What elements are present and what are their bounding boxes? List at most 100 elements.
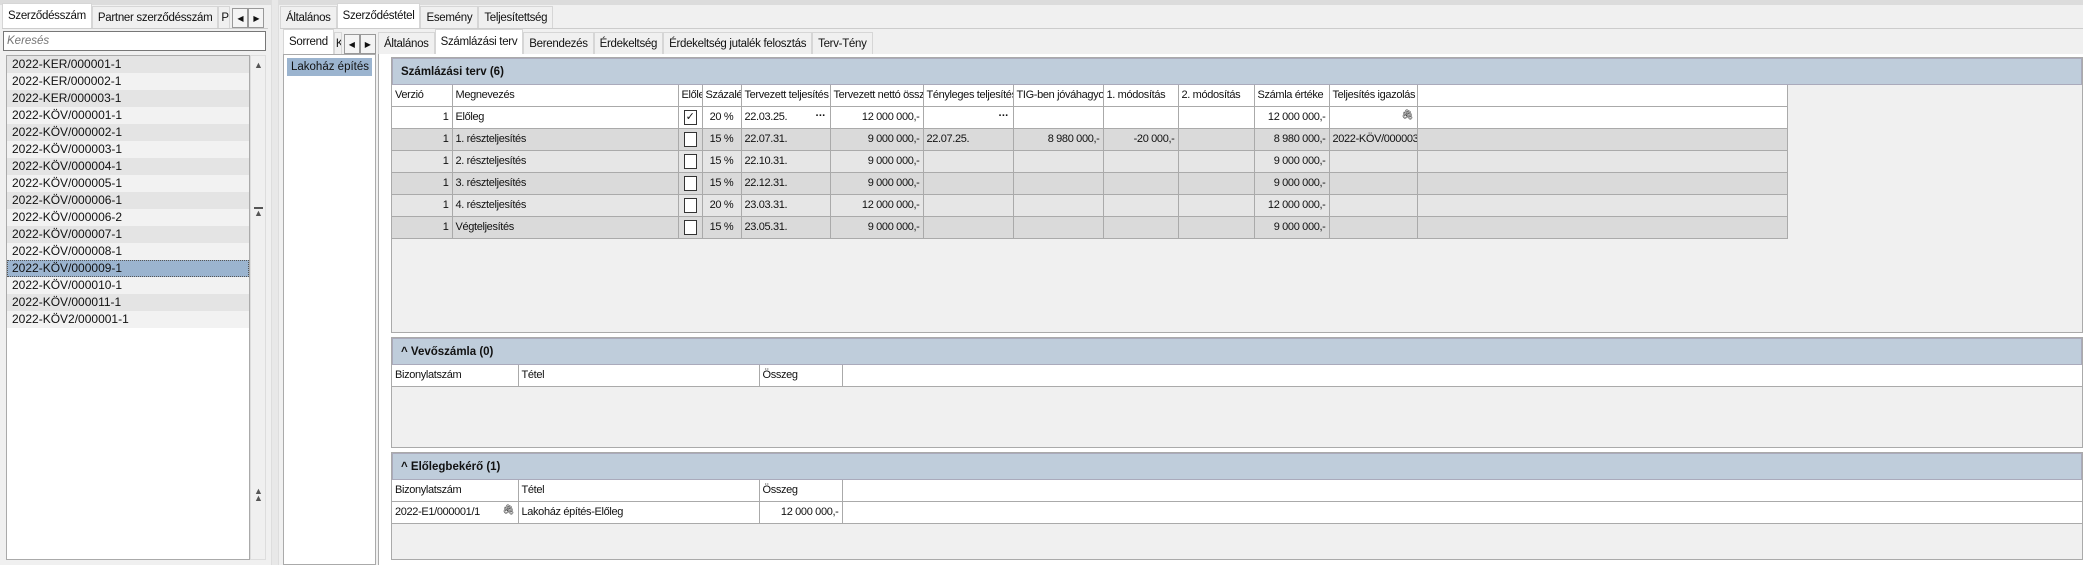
tab-order[interactable]: Sorrend bbox=[283, 29, 334, 54]
table-row[interactable]: 1 3. részteljesítés 15 % 22.12.31. 9 000 000… bbox=[392, 172, 1788, 195]
column-header[interactable]: Bizonylatszám bbox=[392, 365, 519, 387]
column-header[interactable]: 2. módosítás bbox=[1178, 85, 1255, 107]
list-item[interactable]: 2022-KER/000001-1 bbox=[7, 56, 249, 73]
advance-checkbox[interactable]: ✓ bbox=[683, 109, 697, 125]
scroll-up-icon[interactable]: ▲ bbox=[254, 60, 263, 70]
ellipsis-button[interactable]: ··· bbox=[816, 110, 826, 122]
collapse-icon[interactable]: ^ bbox=[401, 346, 411, 358]
cell[interactable]: 22.07.25. bbox=[923, 128, 1014, 151]
tab-left-icon[interactable]: ◀ bbox=[232, 8, 249, 28]
list-item[interactable]: 2022-KÖV/000001-1 bbox=[7, 107, 249, 124]
column-header[interactable]: TIG-ben jóváhagyott összeg bbox=[1013, 85, 1104, 107]
advance-header[interactable]: ^ Előlegbekérő (1) bbox=[392, 453, 2082, 480]
cell[interactable] bbox=[923, 216, 1014, 239]
advance-checkbox[interactable] bbox=[683, 197, 697, 213]
sub-tab[interactable]: Általános bbox=[378, 32, 435, 54]
column-header[interactable]: Számla értéke bbox=[1254, 85, 1330, 107]
main-tab[interactable]: Teljesítettség bbox=[478, 6, 554, 28]
attachment-icon[interactable]: 🖇 bbox=[502, 505, 515, 516]
cell[interactable] bbox=[678, 216, 703, 239]
main-tab[interactable]: Szerződéstétel bbox=[336, 3, 421, 28]
list-item[interactable]: 2022-KÖV/000010-1 bbox=[7, 277, 249, 294]
main-tab[interactable]: Esemény bbox=[420, 6, 479, 28]
table-row[interactable]: 1 4. részteljesítés 20 % 23.03.31. 12 000 00… bbox=[392, 194, 1788, 217]
list-item[interactable]: 2022-KÖV/000011-1 bbox=[7, 294, 249, 311]
cell[interactable]: 22.07.31. bbox=[741, 128, 831, 151]
list-item[interactable]: 2022-KÖV/000007-1 bbox=[7, 226, 249, 243]
cell[interactable] bbox=[678, 194, 703, 217]
cell[interactable]: 22.12.31. bbox=[741, 172, 831, 195]
column-header[interactable]: Összeg bbox=[759, 480, 843, 502]
sub-tab[interactable]: Terv-Tény bbox=[812, 32, 873, 54]
column-header[interactable]: Tervezett teljesítés dátuma bbox=[741, 85, 831, 107]
cell[interactable]: 22.10.31. bbox=[741, 150, 831, 173]
sub-tab[interactable]: Érdekeltség bbox=[593, 32, 664, 54]
column-header[interactable]: Tétel bbox=[518, 365, 760, 387]
list-item[interactable]: 2022-KÖV/000006-1 bbox=[7, 192, 249, 209]
cell[interactable]: ··· bbox=[923, 106, 1014, 129]
column-header[interactable]: 1. módosítás bbox=[1103, 85, 1179, 107]
column-header[interactable]: Összeg bbox=[759, 365, 843, 387]
table-row[interactable]: 2022-E1/000001/1 🖇 Lakoház építés-Előleg 12… bbox=[392, 501, 2083, 524]
sub-tab[interactable]: Számlázási terv bbox=[434, 29, 524, 54]
main-tab[interactable]: Általános bbox=[280, 6, 337, 28]
list-item[interactable]: 2022-KÖV/000005-1 bbox=[7, 175, 249, 192]
tab-left-icon[interactable]: ◀ bbox=[343, 34, 360, 54]
list-item[interactable]: 2022-KÖV/000004-1 bbox=[7, 158, 249, 175]
cell[interactable] bbox=[923, 194, 1014, 217]
tab-partner-contract-number[interactable]: Partner szerződésszám bbox=[91, 6, 219, 28]
list-item[interactable]: 2022-KÖV/000006-2 bbox=[7, 209, 249, 226]
cell[interactable]: 23.05.31. bbox=[741, 216, 831, 239]
collapse-icon[interactable]: ^ bbox=[401, 461, 411, 473]
list-item[interactable]: 2022-KÖV/000009-1 bbox=[7, 260, 249, 277]
tab-contract-number[interactable]: Szerződésszám bbox=[2, 3, 92, 28]
cell[interactable]: ✓ bbox=[678, 106, 703, 129]
tab-right-icon[interactable]: ▶ bbox=[248, 8, 265, 28]
search-input[interactable] bbox=[3, 31, 266, 51]
tab-right-icon[interactable]: ▶ bbox=[359, 34, 376, 54]
table-row[interactable]: 1 1. részteljesítés 15 % 22.07.31. 9 000 000… bbox=[392, 128, 1788, 151]
cell[interactable]: 2022-E1/000001/1 🖇 bbox=[392, 501, 519, 524]
table-row[interactable]: 1 Végteljesítés 15 % 23.05.31. 9 000 000,- 9 … bbox=[392, 216, 1788, 239]
column-header[interactable]: Tényleges teljesítés dátuma bbox=[923, 85, 1014, 107]
cell[interactable] bbox=[678, 172, 703, 195]
list-item[interactable]: 2022-KER/000003-1 bbox=[7, 90, 249, 107]
advance-checkbox[interactable] bbox=[683, 131, 697, 147]
cell[interactable] bbox=[1329, 150, 1418, 173]
list-item[interactable]: 2022-KÖV2/000001-1 bbox=[7, 311, 249, 328]
invoice-header[interactable]: ^ Vevőszámla (0) bbox=[392, 338, 2082, 365]
cell[interactable] bbox=[1329, 216, 1418, 239]
column-header[interactable]: Megnevezés bbox=[452, 85, 679, 107]
cell[interactable]: 🖇 bbox=[1329, 106, 1418, 129]
advance-checkbox[interactable] bbox=[683, 219, 697, 235]
advance-checkbox[interactable] bbox=[683, 175, 697, 191]
cell[interactable]: 23.03.31. bbox=[741, 194, 831, 217]
ellipsis-button[interactable]: ··· bbox=[999, 110, 1009, 122]
scroll-top-icon[interactable]: ▲ bbox=[254, 207, 263, 218]
cell[interactable] bbox=[678, 128, 703, 151]
splitter[interactable] bbox=[271, 0, 279, 565]
list-item[interactable]: 2022-KÖV/000003-1 bbox=[7, 141, 249, 158]
cell[interactable] bbox=[1329, 194, 1418, 217]
column-header[interactable]: Tétel bbox=[518, 480, 760, 502]
column-header[interactable]: Tervezett nettó összeg bbox=[830, 85, 924, 107]
sub-tab[interactable]: Berendezés bbox=[523, 32, 594, 54]
table-row[interactable]: 1 2. részteljesítés 15 % 22.10.31. 9 000 000… bbox=[392, 150, 1788, 173]
list-item[interactable]: 2022-KÖV/000002-1 bbox=[7, 124, 249, 141]
cell[interactable] bbox=[923, 150, 1014, 173]
tab-overflow[interactable]: P bbox=[218, 6, 231, 28]
advance-checkbox[interactable] bbox=[683, 153, 697, 169]
column-header[interactable]: Teljesítés igazolás bbox=[1329, 85, 1418, 107]
sub-tab[interactable]: Érdekeltség jutalék felosztás bbox=[663, 32, 813, 54]
column-header[interactable]: Bizonylatszám bbox=[392, 480, 519, 502]
column-header[interactable]: Verzió bbox=[392, 85, 453, 107]
cell[interactable] bbox=[923, 172, 1014, 195]
scrollbar[interactable]: ▲ ▲ ▲ ▲ bbox=[250, 55, 266, 560]
cell[interactable] bbox=[678, 150, 703, 173]
tab-k[interactable]: K bbox=[333, 32, 342, 54]
column-header[interactable]: Százalék bbox=[702, 85, 742, 107]
list-item[interactable]: 2022-KÖV/000008-1 bbox=[7, 243, 249, 260]
list-item[interactable]: 2022-KER/000002-1 bbox=[7, 73, 249, 90]
attachment-icon[interactable]: 🖇 bbox=[1401, 110, 1414, 121]
column-header[interactable]: Előleg bbox=[678, 85, 703, 107]
